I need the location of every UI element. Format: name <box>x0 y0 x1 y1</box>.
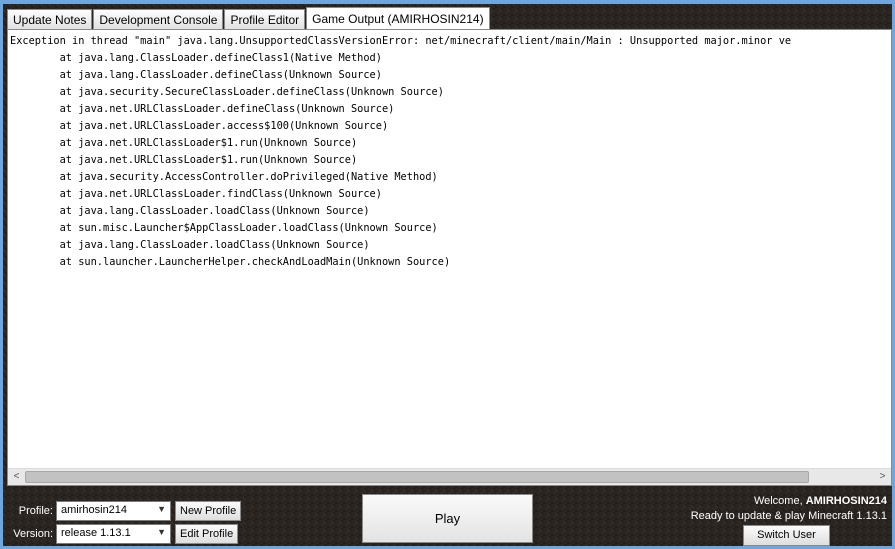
tab-bar: Update Notes Development Console Profile… <box>7 7 491 29</box>
version-select-value: release 1.13.1 <box>61 527 131 539</box>
welcome-username: AMIRHOSIN214 <box>805 495 887 507</box>
game-output-console[interactable]: Exception in thread "main" java.lang.Uns… <box>7 29 892 486</box>
horizontal-scrollbar[interactable]: < > <box>8 468 891 485</box>
scroll-right-arrow-icon[interactable]: > <box>874 469 891 485</box>
scrollbar-thumb[interactable] <box>25 471 809 483</box>
tab-game-output[interactable]: Game Output (AMIRHOSIN214) <box>306 7 490 29</box>
welcome-prefix: Welcome, <box>753 495 806 507</box>
version-select[interactable]: release 1.13.1 ▼ <box>56 524 171 544</box>
welcome-message: Welcome, AMIRHOSIN214 Ready to update & … <box>647 494 887 524</box>
tab-development-console[interactable]: Development Console <box>93 9 224 29</box>
profile-row: Profile: amirhosin214 ▼ New Profile <box>11 501 242 521</box>
scroll-left-arrow-icon[interactable]: < <box>8 469 25 485</box>
console-log-text: Exception in thread "main" java.lang.Uns… <box>10 35 792 268</box>
profile-select[interactable]: amirhosin214 ▼ <box>56 501 171 521</box>
welcome-line: Welcome, AMIRHOSIN214 <box>647 494 887 509</box>
edit-profile-button[interactable]: Edit Profile <box>175 524 239 544</box>
chevron-down-icon: ▼ <box>157 504 166 514</box>
tab-update-notes[interactable]: Update Notes <box>7 9 93 29</box>
ready-status: Ready to update & play Minecraft 1.13.1 <box>690 510 887 522</box>
version-row: Version: release 1.13.1 ▼ Edit Profile <box>11 524 239 544</box>
bottom-panel: Profile: amirhosin214 ▼ New Profile Vers… <box>3 489 892 546</box>
profile-select-value: amirhosin214 <box>61 504 128 516</box>
chevron-down-icon: ▼ <box>157 527 166 537</box>
version-label: Version: <box>13 528 53 540</box>
profile-label: Profile: <box>18 505 53 517</box>
tab-profile-editor[interactable]: Profile Editor <box>224 9 306 29</box>
launcher-window: Update Notes Development Console Profile… <box>3 4 892 546</box>
play-button[interactable]: Play <box>362 494 533 543</box>
switch-user-button[interactable]: Switch User <box>743 525 830 546</box>
new-profile-button[interactable]: New Profile <box>175 501 242 521</box>
